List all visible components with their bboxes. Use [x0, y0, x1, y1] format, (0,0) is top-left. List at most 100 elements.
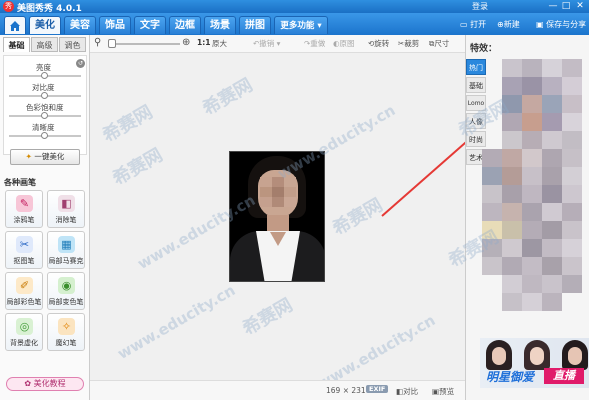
effect-thumbnails[interactable]	[482, 53, 582, 323]
tab-beautify[interactable]: 美化	[29, 16, 61, 34]
rotate-button[interactable]: ⟲旋转	[368, 38, 389, 49]
watermark: www.educity.cn	[114, 281, 239, 363]
mosaic-pen-button[interactable]: ▦ 局部马赛克	[47, 231, 85, 269]
app-logo-icon: 秀	[3, 1, 14, 12]
background-blur-button[interactable]: ◎ 背景虚化	[5, 313, 43, 351]
slider-knob[interactable]	[41, 112, 48, 119]
tab-border[interactable]: 边框	[169, 16, 201, 34]
tab-beauty[interactable]: 美容	[64, 16, 96, 34]
reset-icon[interactable]: ↺	[76, 59, 85, 68]
subtab-color[interactable]: 调色	[59, 37, 86, 52]
tab-scene[interactable]: 场景	[204, 16, 236, 34]
new-label: 新建	[503, 20, 520, 29]
sharpness-slider[interactable]	[9, 132, 81, 139]
save-share-button[interactable]: ▣ 保存与分享	[536, 18, 586, 32]
tab-more-features[interactable]: 更多功能 ▾	[274, 16, 328, 34]
palette-icon: ◉	[58, 277, 75, 294]
open-label: 打开	[470, 20, 487, 29]
banner-face-1	[486, 340, 512, 370]
zoom-ratio-button[interactable]: 1:1	[197, 38, 210, 47]
original-label: 原图	[339, 39, 355, 48]
pen-label: 涂鸦笔	[13, 216, 35, 224]
undo-button[interactable]: ↶撤销 ▾	[253, 38, 280, 49]
redo-button[interactable]: ↷重做	[304, 38, 325, 49]
zoom-out-icon[interactable]: ⚲	[94, 37, 101, 48]
id-photo	[229, 151, 325, 282]
slider-knob[interactable]	[41, 92, 48, 99]
cutout-icon: ✂	[16, 236, 33, 253]
doodle-pen-button[interactable]: ✎ 涂鸦笔	[5, 190, 43, 228]
cutout-pen-button[interactable]: ✂ 抠图笔	[5, 231, 43, 269]
banner-live: 直播	[544, 368, 584, 384]
close-icon[interactable]: ✕	[574, 1, 586, 12]
watermark: 希赛网	[239, 294, 297, 340]
new-button[interactable]: ⊕新建	[497, 18, 520, 32]
brush-icon: ✐	[16, 277, 33, 294]
pen-label: 局部彩色笔	[6, 298, 42, 306]
resize-button[interactable]: ⧉尺寸	[429, 38, 449, 49]
tab-accessories[interactable]: 饰品	[99, 16, 131, 34]
watermark: 希赛网	[329, 194, 387, 240]
pen-label: 背景虚化	[10, 339, 38, 347]
contrast-slider[interactable]	[9, 92, 81, 99]
pen-label: 魔幻笔	[55, 339, 77, 347]
pens-title: 各种画笔	[4, 178, 36, 187]
resize-label: 尺寸	[434, 39, 450, 48]
crop-label: 裁剪	[404, 39, 420, 48]
mosaic-icon: ▦	[58, 236, 75, 253]
eraser-icon: ◧	[58, 195, 75, 212]
celebrity-live-banner[interactable]: 明星御爱 直播	[480, 338, 589, 388]
brightness-slider[interactable]	[9, 72, 81, 79]
compare-button[interactable]: ◧对比	[396, 386, 418, 397]
original-size-button[interactable]: 原大	[212, 38, 227, 49]
zoom-slider[interactable]	[108, 39, 180, 48]
slider-knob[interactable]	[41, 72, 48, 79]
pen-label: 消除笔	[55, 216, 77, 224]
image-canvas[interactable]: 希赛网 www.educity.cn 希赛网 希赛网 www.educity.c…	[90, 53, 499, 393]
subtab-basic[interactable]: 基础	[3, 37, 30, 52]
auto-beautify-button[interactable]: ✦ 一键美化	[10, 149, 80, 165]
maximize-icon[interactable]: □	[560, 1, 572, 12]
effects-panel: 特效： 热门 基础 Lomo 人像 时尚 艺术 明星御爱 直播 希赛网 希赛网	[445, 35, 589, 400]
home-tab[interactable]	[4, 16, 26, 34]
tab-text[interactable]: 文字	[134, 16, 166, 34]
minimize-icon[interactable]: —	[547, 1, 559, 12]
banner-title: 明星御爱	[486, 370, 535, 384]
saturation-slider[interactable]	[9, 112, 81, 119]
plus-icon: ⊕	[497, 20, 504, 29]
magic-wand-icon: ✦	[25, 152, 32, 161]
crop-button[interactable]: ✂裁剪	[398, 38, 419, 49]
pen-label: 局部马赛克	[48, 257, 84, 265]
main-tab-bar: 美化 美容 饰品 文字 边框 场景 拼图 更多功能 ▾ ▭ 打开 ⊕新建 ▣ 保…	[0, 13, 589, 35]
face-mosaic	[260, 177, 296, 207]
adjust-sliders: 亮度 ↺ 对比度 色彩饱和度 清晰度	[3, 55, 87, 155]
local-color-pen-button[interactable]: ✐ 局部彩色笔	[5, 272, 43, 310]
left-panel: 基础 高级 调色 亮度 ↺ 对比度 色彩饱和度 清晰度 ✦ 一键美化 各种画笔 …	[0, 35, 90, 400]
watermark: 希赛网	[109, 144, 167, 190]
open-button[interactable]: ▭ 打开	[460, 18, 486, 32]
beautify-tutorial-button[interactable]: ✿ 美化教程	[6, 377, 84, 391]
save-icon: ▣	[536, 20, 544, 29]
exif-button[interactable]: EXIF	[366, 385, 389, 393]
slider-knob[interactable]	[41, 132, 48, 139]
zoom-knob[interactable]	[108, 39, 116, 48]
pen-label: 局部变色笔	[48, 298, 84, 306]
home-icon	[10, 21, 20, 31]
banner-face-2	[524, 340, 550, 370]
title-bar: 秀 美图秀秀 4.0.1 登录 — □ ✕	[0, 0, 589, 14]
flower-icon: ✿	[24, 379, 32, 388]
zoom-in-icon[interactable]: ⊕	[182, 37, 190, 48]
eraser-pen-button[interactable]: ◧ 消除笔	[47, 190, 85, 228]
left-subtabs: 基础 高级 调色	[0, 37, 90, 52]
login-link[interactable]: 登录	[472, 1, 488, 12]
preview-button[interactable]: ▣预览	[432, 386, 454, 397]
auto-beautify-label: 一键美化	[34, 152, 65, 161]
color-change-pen-button[interactable]: ◉ 局部变色笔	[47, 272, 85, 310]
original-image-button[interactable]: ◐原图	[333, 38, 355, 49]
subtab-advanced[interactable]: 高级	[31, 37, 58, 52]
save-share-label: 保存与分享	[546, 20, 587, 29]
rotate-label: 旋转	[374, 39, 390, 48]
tab-collage[interactable]: 拼图	[239, 16, 271, 34]
watermark: 希赛网	[199, 74, 257, 120]
magic-pen-button[interactable]: ✧ 魔幻笔	[47, 313, 85, 351]
